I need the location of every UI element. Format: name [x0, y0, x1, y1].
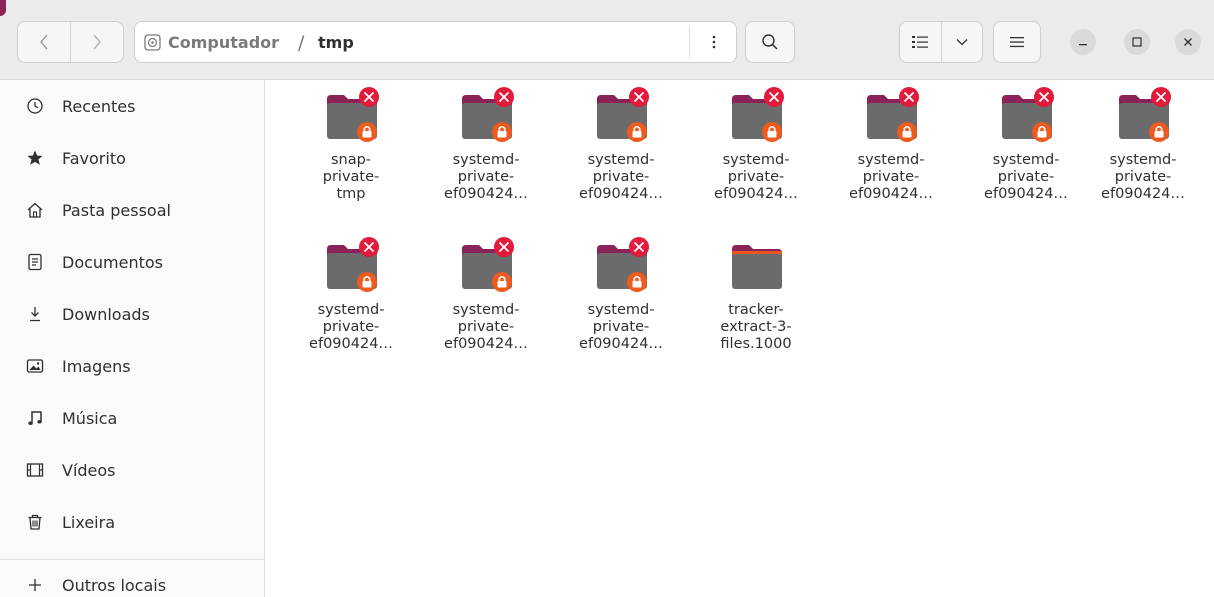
folder-name: systemd- private- ef090424…	[444, 302, 528, 352]
folder-name: systemd- private- ef090424…	[444, 152, 528, 202]
list-view-button[interactable]	[900, 22, 941, 62]
path-root-crumb[interactable]: Computador	[168, 33, 279, 52]
sidebar-item-lixeira[interactable]: Lixeira	[0, 504, 264, 540]
main-menu-button[interactable]	[993, 21, 1041, 63]
sidebar-item-outros-locais[interactable]: Outros locais	[0, 567, 264, 597]
drive-icon	[144, 34, 161, 51]
home-icon	[27, 202, 43, 218]
folder-name: systemd- private- ef090424…	[579, 302, 663, 352]
sidebar-separator	[0, 559, 264, 560]
sidebar-item-label: Pasta pessoal	[62, 200, 171, 220]
sidebar-item-imagens[interactable]: Imagens	[0, 348, 264, 384]
folder-item[interactable]: systemd- private- ef090424…	[826, 80, 956, 220]
locked-folder-icon	[1002, 87, 1054, 142]
locked-folder-icon	[327, 237, 379, 292]
plus-icon	[29, 579, 41, 591]
folder-item[interactable]: systemd- private- ef090424…	[1078, 80, 1208, 220]
sidebar-item-recentes[interactable]: Recentes	[0, 88, 264, 124]
folder-item[interactable]: snap- private- tmp	[286, 80, 416, 220]
forward-button[interactable]	[71, 22, 123, 62]
minimize-icon	[1079, 44, 1087, 46]
maximize-button[interactable]	[1124, 29, 1150, 55]
locked-folder-icon	[597, 87, 649, 142]
navigation-buttons	[17, 21, 124, 63]
sidebar: Recentes Favorito Pasta pessoal Document…	[0, 80, 265, 597]
folder-name: systemd- private- ef090424…	[714, 152, 798, 202]
path-separator: /	[298, 32, 305, 54]
locked-folder-icon	[867, 87, 919, 142]
back-button[interactable]	[18, 22, 70, 62]
locked-folder-icon	[597, 237, 649, 292]
sidebar-item-label: Downloads	[62, 304, 150, 324]
hamburger-menu-icon	[1010, 37, 1024, 48]
locked-folder-icon	[462, 237, 514, 292]
document-icon	[28, 253, 42, 271]
sidebar-item-label: Documentos	[62, 252, 164, 272]
sidebar-item-musica[interactable]: Música	[0, 400, 264, 436]
star-icon	[27, 150, 43, 165]
download-icon	[30, 307, 40, 322]
sidebar-item-videos[interactable]: Vídeos	[0, 452, 264, 488]
folder-item[interactable]: systemd- private- ef090424…	[691, 80, 821, 220]
close-button[interactable]	[1175, 29, 1201, 55]
locked-folder-icon	[462, 87, 514, 142]
folder-name: tracker- extract-3- files.1000	[720, 302, 792, 352]
view-options-button[interactable]	[942, 22, 983, 62]
locked-folder-icon	[1119, 87, 1171, 142]
music-icon	[28, 411, 42, 425]
search-icon	[762, 34, 778, 50]
path-divider	[689, 26, 690, 58]
list-view-icon	[912, 36, 929, 48]
folder-name: systemd- private- ef090424…	[309, 302, 393, 352]
trash-icon	[28, 514, 42, 530]
folder-name: snap- private- tmp	[322, 152, 380, 202]
folder-item[interactable]: systemd- private- ef090424…	[421, 80, 551, 220]
location-bar[interactable]: Computador / tmp	[134, 21, 737, 63]
path-current-crumb[interactable]: tmp	[318, 33, 354, 52]
folder-item[interactable]: systemd- private- ef090424…	[961, 80, 1091, 220]
locked-folder-icon	[327, 87, 379, 142]
folder-item[interactable]: systemd- private- ef090424…	[556, 80, 686, 220]
path-menu-button[interactable]	[691, 22, 737, 62]
minimize-button[interactable]	[1070, 29, 1096, 55]
file-grid: snap- private- tmp systemd- private- ef0…	[266, 80, 1214, 597]
sidebar-item-label: Lixeira	[62, 512, 116, 532]
maximize-icon	[1132, 37, 1142, 47]
header-bar: Computador / tmp	[0, 0, 1214, 80]
chevron-left-icon	[40, 34, 48, 50]
close-icon	[1184, 38, 1192, 46]
sidebar-item-label: Vídeos	[62, 460, 116, 480]
video-icon	[26, 463, 44, 477]
view-switcher	[899, 21, 983, 63]
chevron-right-icon	[93, 34, 101, 50]
folder-name: systemd- private- ef090424…	[849, 152, 933, 202]
sidebar-item-label: Favorito	[62, 148, 126, 168]
folder-item[interactable]: systemd- private- ef090424…	[421, 230, 551, 370]
folder-name: systemd- private- ef090424…	[579, 152, 663, 202]
chevron-down-icon	[956, 39, 968, 46]
sidebar-item-downloads[interactable]: Downloads	[0, 296, 264, 332]
sidebar-item-favorito[interactable]: Favorito	[0, 140, 264, 176]
sidebar-item-label: Música	[62, 408, 118, 428]
sidebar-item-label: Recentes	[62, 96, 136, 116]
clock-icon	[27, 98, 43, 114]
locked-folder-icon	[732, 87, 784, 142]
image-icon	[26, 359, 44, 373]
sidebar-item-label: Outros locais	[62, 575, 167, 595]
search-button[interactable]	[745, 21, 795, 63]
sidebar-item-label: Imagens	[62, 356, 131, 376]
folder-name: systemd- private- ef090424…	[1101, 152, 1185, 202]
sidebar-item-pasta-pessoal[interactable]: Pasta pessoal	[0, 192, 264, 228]
folder-item[interactable]: systemd- private- ef090424…	[286, 230, 416, 370]
folder-icon	[732, 245, 782, 289]
folder-item[interactable]: tracker- extract-3- files.1000	[691, 230, 821, 370]
folder-name: systemd- private- ef090424…	[984, 152, 1068, 202]
sidebar-item-documentos[interactable]: Documentos	[0, 244, 264, 280]
vertical-dots-icon	[712, 35, 716, 49]
folder-item[interactable]: systemd- private- ef090424…	[556, 230, 686, 370]
